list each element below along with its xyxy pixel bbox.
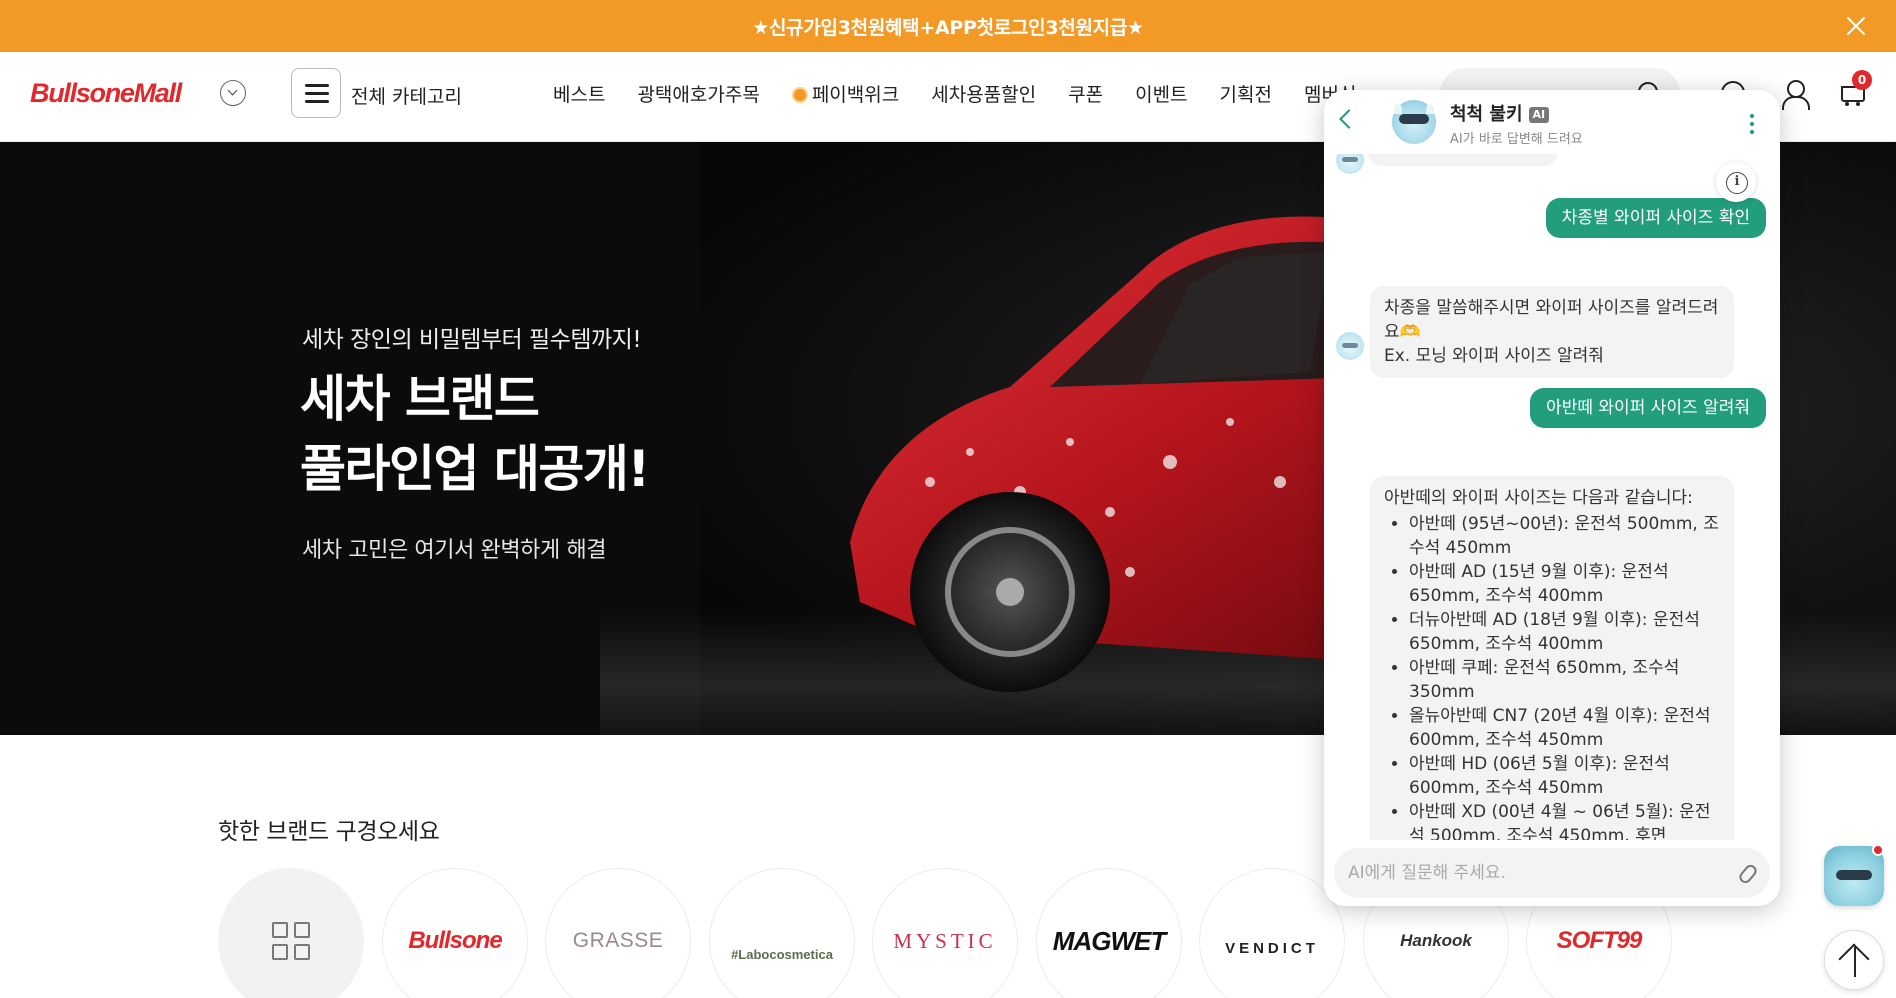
list-item: 아반떼 AD (15년 9월 이후): 운전석 650mm, 조수석 400mm [1409, 560, 1720, 608]
list-item: 아반떼 쿠페: 운전석 650mm, 조수석 350mm [1409, 656, 1720, 704]
nav-item-event[interactable]: 이벤트 [1135, 80, 1187, 107]
brand-labocosmetica[interactable]: #Labocosmetica [709, 868, 855, 998]
list-item: 아반떼 HD (06년 5월 이후): 운전석 600mm, 조수석 450mm [1409, 752, 1720, 800]
chat-bot-name-text: 척척 불키 [1450, 104, 1523, 125]
info-icon[interactable] [1716, 162, 1756, 202]
nav-item-exhibition[interactable]: 기획전 [1220, 80, 1272, 107]
payback-coin-icon [791, 87, 808, 103]
promo-text[interactable]: ★신규가입3천원혜택+APP첫로그인3천원지급★ [752, 13, 1144, 40]
promo-banner: ★신규가입3천원혜택+APP첫로그인3천원지급★ [0, 0, 1896, 52]
brand-all-button[interactable] [218, 868, 364, 998]
user-message: 차종별 와이퍼 사이즈 확인 [1545, 198, 1766, 238]
bot-avatar-small [1336, 332, 1364, 360]
nav-item-payback-label: 페이백위크 [811, 84, 900, 106]
nav-item-gloss[interactable]: 광택애호가주목 [637, 80, 759, 107]
bot-message: 차종을 말씀해주시면 와이퍼 사이즈를 알려드려요🫶 Ex. 모닝 와이퍼 사이… [1370, 286, 1734, 378]
attach-icon[interactable] [1736, 862, 1760, 886]
nav-item-payback[interactable]: 페이백위크 [791, 80, 900, 107]
list-item: 더뉴아반떼 AD (18년 9월 이후): 운전석 650mm, 조수석 400… [1409, 608, 1720, 656]
nav-item-coupon[interactable]: 쿠폰 [1068, 80, 1103, 107]
wiper-size-list: 아반떼 (95년~00년): 운전석 500mm, 조수석 450mm 아반떼 … [1409, 512, 1720, 840]
cart-count-badge: 0 [1852, 70, 1872, 90]
more-icon[interactable] [1750, 114, 1754, 118]
chevron-down-icon[interactable] [220, 80, 246, 106]
chatbot-panel: 척척 불키 AI AI가 바로 답변해 드려요 차종별 와이퍼 사이즈 확인 차종… [1324, 90, 1780, 906]
chat-input-area [1324, 840, 1780, 906]
list-item: 아반떼 (95년~00년): 운전석 500mm, 조수석 450mm [1409, 512, 1720, 560]
chat-bot-name: 척척 불키 AI [1450, 100, 1550, 126]
bot-message: 아반떼의 와이퍼 사이즈는 다음과 같습니다: 아반떼 (95년~00년): 운… [1370, 476, 1734, 840]
bot-avatar [1392, 100, 1436, 144]
main-nav: 베스트 광택애호가주목 페이백위크 세차용품할인 쿠폰 이벤트 기획전 멤버십 [553, 80, 1356, 107]
chat-input[interactable] [1348, 858, 1708, 888]
hero-subtitle: 세차 장인의 비밀템부터 필수템까지! [302, 327, 642, 353]
chat-messages[interactable]: 차종별 와이퍼 사이즈 확인 차종을 말씀해주시면 와이퍼 사이즈를 알려드려요… [1324, 154, 1780, 840]
bot-message-intro: 아반떼의 와이퍼 사이즈는 다음과 같습니다: [1384, 488, 1693, 508]
brand-mystic[interactable]: MYSTIC [872, 868, 1018, 998]
bot-message-line: Ex. 모닝 와이퍼 사이즈 알려줘 [1384, 346, 1604, 366]
notification-dot [1872, 844, 1884, 856]
hero-description: 세차 고민은 여기서 완벽하게 해결 [302, 538, 607, 563]
user-icon[interactable] [1778, 78, 1810, 110]
chat-header: 척척 불키 AI AI가 바로 답변해 드려요 [1324, 90, 1780, 154]
grid-icon [272, 922, 310, 960]
nav-item-best[interactable]: 베스트 [553, 80, 605, 107]
bot-message-line: 차종을 말씀해주시면 와이퍼 사이즈를 알려드려요🫶 [1384, 298, 1719, 342]
hero-title: 세차 브랜드 풀라인업 대공개! [300, 364, 650, 504]
brand-magwet[interactable]: MAGWET [1036, 868, 1182, 998]
brand-grasse[interactable]: GRASSE [545, 868, 691, 998]
category-menu-label[interactable]: 전체 카테고리 [351, 82, 462, 109]
back-icon[interactable] [1339, 109, 1359, 129]
scroll-top-button[interactable] [1824, 930, 1884, 990]
chat-bubble-previous [1368, 154, 1558, 166]
chat-input-box [1334, 848, 1770, 898]
site-logo[interactable]: BullsoneMall [30, 78, 182, 109]
nav-item-sale[interactable]: 세차용품할인 [931, 80, 1036, 107]
chat-status: AI가 바로 답변해 드려요 [1450, 132, 1583, 147]
bot-avatar-small [1336, 154, 1364, 174]
list-item: 올뉴아반떼 CN7 (20년 4월 이후): 운전석 600mm, 조수석 45… [1409, 704, 1720, 752]
user-message: 아반떼 와이퍼 사이즈 알려줘 [1530, 388, 1766, 428]
brands-section-title: 핫한 브랜드 구경오세요 [218, 819, 440, 845]
list-item: 아반떼 XD (00년 4월 ~ 06년 5월): 운전석 500mm, 조수석… [1409, 800, 1720, 840]
hero-title-line2: 풀라인업 대공개! [300, 440, 650, 498]
close-icon[interactable] [1842, 12, 1870, 40]
ai-badge: AI [1528, 107, 1550, 123]
category-menu-button[interactable] [291, 68, 341, 118]
hero-title-line1: 세차 브랜드 [300, 370, 540, 428]
brand-bullsone[interactable]: Bullsone [382, 868, 528, 998]
